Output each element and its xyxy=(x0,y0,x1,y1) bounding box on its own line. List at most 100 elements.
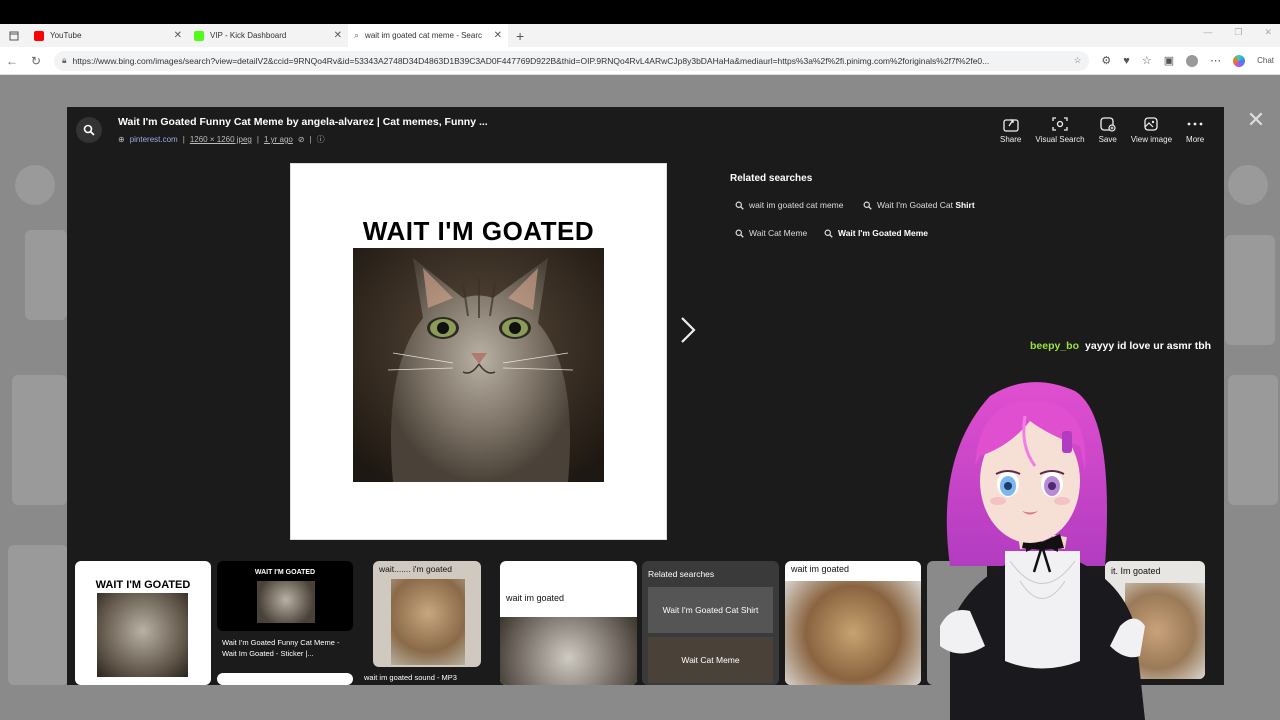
share-button[interactable]: Share xyxy=(1000,116,1021,144)
search-icon: ⌕ xyxy=(354,30,360,40)
tab-bing-search[interactable]: ⌕ wait im goated cat meme - Searc ✕ xyxy=(348,24,508,47)
chat-username: beepy_bo xyxy=(1030,340,1080,352)
overlay-search-button[interactable] xyxy=(76,117,102,143)
cat-photo xyxy=(353,248,604,482)
maximize-icon[interactable]: ❐ xyxy=(1234,27,1242,38)
collections-icon[interactable]: ▣ xyxy=(1164,54,1174,67)
address-bar-row: ← ↻ 🔒︎ https://www.bing.com/images/searc… xyxy=(0,47,1280,75)
thumbnail[interactable] xyxy=(217,673,353,685)
tab-youtube[interactable]: YouTube ✕ xyxy=(28,24,188,47)
related-card[interactable]: Wait I'm Goated Cat Shirt xyxy=(648,587,773,633)
view-image-button[interactable]: View image xyxy=(1131,116,1172,144)
kick-icon xyxy=(194,30,204,41)
separator: | xyxy=(309,135,312,144)
profile-avatar[interactable] xyxy=(1186,54,1199,67)
back-icon[interactable]: ← xyxy=(0,54,24,68)
tab-actions-icon[interactable] xyxy=(0,31,28,41)
image-dims[interactable]: 1260 × 1260 jpeg xyxy=(190,135,252,144)
page-ghost xyxy=(1228,375,1278,505)
search-icon xyxy=(735,229,744,238)
search-icon xyxy=(824,229,833,238)
thumb-caption[interactable]: wait im goated sound - MP3 xyxy=(364,673,457,682)
page-ghost xyxy=(1228,165,1268,205)
settings-more-icon[interactable]: ⋯ xyxy=(1210,54,1221,67)
next-image-arrow-icon[interactable] xyxy=(676,312,700,348)
globe-icon: ⊕ xyxy=(118,135,125,144)
thumb-caption[interactable]: Wait I'm Goated Funny Cat Meme - Wait Im… xyxy=(222,637,352,659)
related-chip[interactable]: wait im goated cat meme xyxy=(729,194,849,216)
action-toolbar: Share Visual Search Save View image More xyxy=(1000,116,1204,144)
thumbnail[interactable]: wait im goated xyxy=(500,561,637,685)
visual-search-icon xyxy=(1052,117,1068,131)
thumbnail[interactable]: WAIT I'M GOATED xyxy=(217,561,353,631)
refresh-icon[interactable]: ↻ xyxy=(24,54,48,68)
tab-label: YouTube xyxy=(50,31,82,40)
minimize-icon[interactable]: — xyxy=(1203,27,1212,38)
thumb-cat-image xyxy=(391,579,465,665)
search-icon xyxy=(735,201,744,210)
page-ghost xyxy=(25,230,67,320)
youtube-icon xyxy=(34,30,44,41)
save-icon xyxy=(1100,117,1116,132)
favorite-star-icon[interactable]: ☆ xyxy=(1074,55,1082,66)
source-site[interactable]: pinterest.com xyxy=(130,135,178,144)
more-button[interactable]: More xyxy=(1186,116,1204,144)
more-icon xyxy=(1187,122,1203,126)
stream-chat-message: beepy_bo yayyy id love ur asmr tbh xyxy=(1030,340,1211,352)
url-text: https://www.bing.com/images/search?view=… xyxy=(72,55,990,66)
close-viewer-button[interactable]: ✕ xyxy=(1243,107,1269,133)
page-ghost xyxy=(1225,235,1275,345)
save-button[interactable]: Save xyxy=(1099,116,1117,144)
tab-label: VIP - Kick Dashboard xyxy=(210,31,287,40)
image-meta: ⊕ pinterest.com | 1260 × 1260 jpeg | 1 y… xyxy=(118,134,325,145)
copilot-label[interactable]: Chat xyxy=(1257,56,1274,65)
image-title[interactable]: Wait I'm Goated Funny Cat Meme by angela… xyxy=(118,116,488,128)
search-icon xyxy=(863,201,872,210)
browser-essentials-icon[interactable]: ♥ xyxy=(1123,55,1130,67)
favorites-icon[interactable]: ☆ xyxy=(1142,54,1152,67)
thumb-cat-image xyxy=(785,581,921,685)
close-tab-icon[interactable]: ✕ xyxy=(174,30,182,41)
thumbnail-related[interactable]: Related searches Wait I'm Goated Cat Shi… xyxy=(642,561,779,685)
thumb-cat-image xyxy=(500,617,637,685)
thumbnail[interactable]: WAIT I'M GOATED xyxy=(75,561,211,685)
close-window-icon[interactable]: ✕ xyxy=(1264,27,1272,38)
related-chip[interactable]: Wait I'm Goated Meme xyxy=(818,222,934,244)
view-image-icon xyxy=(1144,117,1159,131)
page-ghost xyxy=(12,375,67,505)
meme-caption: WAIT I'M GOATED xyxy=(362,216,595,246)
visual-search-button[interactable]: Visual Search xyxy=(1035,116,1085,144)
close-icon: ✕ xyxy=(1246,107,1266,132)
related-searches-heading: Related searches xyxy=(730,173,813,184)
thumb-cat-image xyxy=(97,593,188,677)
window-controls: — ❐ ✕ xyxy=(1203,27,1272,38)
related-chip[interactable]: Wait Cat Meme xyxy=(729,222,813,244)
thumbnail[interactable]: wait im goated xyxy=(785,561,921,685)
vtuber-avatar xyxy=(940,382,1145,720)
tab-strip: YouTube ✕ VIP - Kick Dashboard ✕ ⌕ wait … xyxy=(0,24,1280,47)
thumb-cat-image xyxy=(257,581,315,623)
related-card[interactable]: Wait Cat Meme xyxy=(648,637,773,683)
copilot-icon[interactable] xyxy=(1233,54,1246,67)
separator: | xyxy=(256,135,259,144)
lock-icon: 🔒︎ xyxy=(62,55,67,65)
page-ghost xyxy=(15,165,55,205)
related-chip[interactable]: Wait I'm Goated Cat Shirt xyxy=(857,194,981,216)
chat-text: yayyy id love ur asmr tbh xyxy=(1085,340,1212,352)
search-icon xyxy=(83,124,95,136)
info-icon[interactable]: ⓘ xyxy=(317,134,325,145)
thumbnail[interactable]: wait....... i'm goated xyxy=(373,561,481,667)
top-black-bar xyxy=(0,0,1280,24)
history-icon: ⊘ xyxy=(297,135,305,144)
separator: | xyxy=(182,135,185,144)
tab-label: wait im goated cat meme - Searc xyxy=(365,31,482,40)
url-field[interactable]: 🔒︎ https://www.bing.com/images/search?vi… xyxy=(54,50,1090,71)
tab-kick-dashboard[interactable]: VIP - Kick Dashboard ✕ xyxy=(188,24,348,47)
close-tab-icon[interactable]: ✕ xyxy=(334,30,342,41)
image-age[interactable]: 1 yr ago xyxy=(264,135,293,144)
toolbar-icons: ⚙ ♥ ☆ ▣ ⋯ Chat xyxy=(1095,54,1280,67)
new-tab-button[interactable]: + xyxy=(516,28,524,44)
main-image[interactable]: WAIT I'M GOATED xyxy=(290,163,667,540)
extensions-icon[interactable]: ⚙ xyxy=(1101,54,1111,67)
close-tab-icon[interactable]: ✕ xyxy=(494,30,502,41)
